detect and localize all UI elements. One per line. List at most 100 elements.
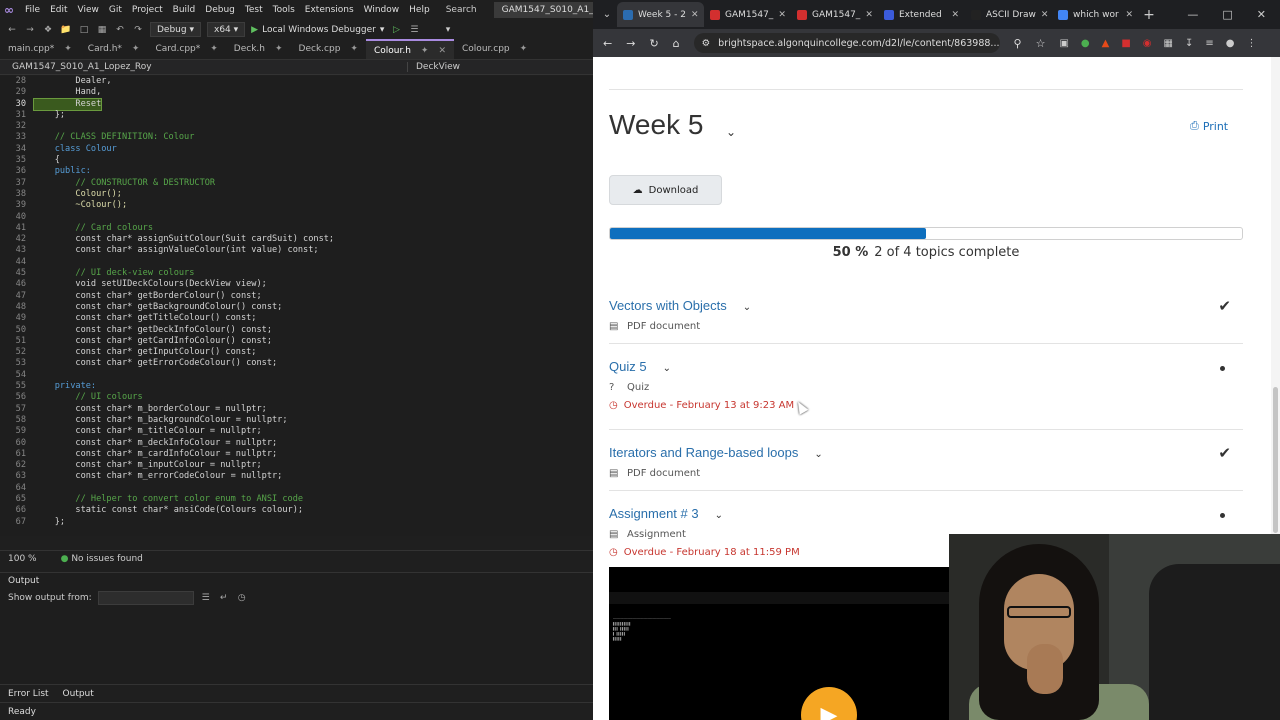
forward-icon[interactable]: → — [626, 37, 635, 50]
pin-icon[interactable]: ✦ — [421, 41, 429, 59]
code-line[interactable]: 54 — [0, 370, 593, 381]
close-tab-icon[interactable]: ✕ — [1041, 10, 1049, 20]
clock-icon[interactable]: ◷ — [236, 592, 248, 604]
close-tab-icon[interactable]: ✕ — [691, 10, 699, 20]
extension-icon[interactable]: ▲ — [1102, 38, 1110, 49]
code-line[interactable]: 41 // Card colours — [0, 223, 593, 234]
menu-tools[interactable]: Tools — [268, 0, 300, 20]
chevron-down-icon[interactable]: ⌄ — [814, 449, 822, 460]
browser-tab-extended[interactable]: Extended ✕ — [878, 2, 965, 27]
code-line[interactable]: 36 public: — [0, 166, 593, 177]
code-line[interactable]: 47 const char* getBorderColour() const; — [0, 291, 593, 302]
zoom-level[interactable]: 100 % — [8, 554, 37, 564]
redo-icon[interactable]: ↷ — [132, 24, 144, 36]
tab-colour-cpp[interactable]: Colour.cpp ✦ — [454, 39, 535, 59]
platform-dropdown[interactable]: x64 ▾ — [207, 22, 246, 37]
back-icon[interactable]: ← — [6, 24, 18, 36]
pin-icon[interactable]: ✦ — [132, 39, 140, 59]
code-line[interactable]: 56 // UI colours — [0, 392, 593, 403]
code-line[interactable]: 34 class Colour — [0, 144, 593, 155]
project-scope-dropdown[interactable]: GAM1547_S010_A1_Lopez_Roy — [12, 62, 152, 72]
address-bar[interactable]: ⚙ brightspace.algonquincollege.com/d2l/l… — [693, 33, 1000, 53]
menu-test[interactable]: Test — [240, 0, 268, 20]
tab-card-h[interactable]: Card.h* ✦ — [80, 39, 148, 59]
menu-extensions[interactable]: Extensions — [300, 0, 359, 20]
close-window-icon[interactable]: ✕ — [1257, 8, 1266, 21]
menu-file[interactable]: File — [20, 0, 45, 20]
browser-tab-pdf-1[interactable]: GAM1547_ ✕ — [704, 2, 791, 27]
scrollbar-thumb[interactable] — [1273, 387, 1278, 533]
chevron-down-icon[interactable]: ⌄ — [726, 125, 736, 139]
code-line[interactable]: 28 Dealer, — [0, 76, 593, 87]
extension-icon[interactable]: ▣ — [1059, 38, 1068, 49]
tab-search-icon[interactable]: ⌄ — [597, 5, 617, 25]
code-line[interactable]: 48 const char* getBackgroundColour() con… — [0, 302, 593, 313]
browser-tab-ascii[interactable]: ASCII Draw ✕ — [965, 2, 1052, 27]
menu-window[interactable]: Window — [359, 0, 405, 20]
config-dropdown[interactable]: Debug ▾ — [150, 22, 201, 37]
code-line[interactable]: 59 const char* m_titleColour = nullptr; — [0, 426, 593, 437]
open-file-icon[interactable]: 📁 — [60, 24, 72, 36]
new-project-icon[interactable]: ❖ — [42, 24, 54, 36]
undo-icon[interactable]: ↶ — [114, 24, 126, 36]
tab-deck-h[interactable]: Deck.h ✦ — [226, 39, 291, 59]
code-line[interactable]: 46 void setUIDeckColours(DeckView view); — [0, 279, 593, 290]
extension-icon[interactable]: ◉ — [1143, 38, 1152, 49]
pin-icon[interactable]: ✦ — [275, 39, 283, 59]
code-line[interactable]: 30 Reset — [0, 97, 593, 111]
code-line[interactable]: 51 const char* getCardInfoColour() const… — [0, 336, 593, 347]
code-line[interactable]: 58 const char* m_backgroundColour = null… — [0, 415, 593, 426]
tab-colour-h[interactable]: Colour.h ✦ ✕ — [365, 39, 455, 59]
code-line[interactable]: 43 const char* assignValueColour(int val… — [0, 245, 593, 256]
forward-icon[interactable]: → — [24, 24, 36, 36]
menu-debug[interactable]: Debug — [200, 0, 240, 20]
tab-main-cpp[interactable]: main.cpp* ✦ — [0, 39, 80, 59]
topic-link[interactable]: Assignment # 3 — [609, 506, 699, 521]
play-icon[interactable]: ▶ — [801, 687, 857, 720]
issues-indicator[interactable]: ● No issues found — [61, 554, 143, 564]
save-all-icon[interactable]: ▦ — [96, 24, 108, 36]
pin-icon[interactable]: ✦ — [210, 39, 218, 59]
code-line[interactable]: 37 // CONSTRUCTOR & DESTRUCTOR — [0, 178, 593, 189]
new-tab-icon[interactable]: + — [1139, 5, 1159, 25]
close-tab-icon[interactable]: ✕ — [951, 10, 959, 20]
code-line[interactable]: 39 ~Colour(); — [0, 200, 593, 211]
code-line[interactable]: 60 const char* m_deckInfoColour = nullpt… — [0, 438, 593, 449]
code-line[interactable]: 67 }; — [0, 517, 593, 528]
tab-deck-cpp[interactable]: Deck.cpp ✦ — [291, 39, 366, 59]
code-line[interactable]: 33 // CLASS DEFINITION: Colour — [0, 132, 593, 143]
clear-icon[interactable]: ☰ — [200, 592, 212, 604]
code-line[interactable]: 63 const char* m_errorCodeColour = nullp… — [0, 471, 593, 482]
topic-link[interactable]: Quiz 5 — [609, 359, 647, 374]
site-info-icon[interactable]: ⚙ — [702, 38, 711, 49]
chevron-down-icon[interactable]: ⌄ — [743, 302, 751, 313]
menu-help[interactable]: Help — [404, 0, 435, 20]
code-line[interactable]: 53 const char* getErrorCodeColour() cons… — [0, 358, 593, 369]
pin-icon[interactable]: ✦ — [350, 39, 358, 59]
chevron-down-icon[interactable]: ⌄ — [715, 510, 723, 521]
menu-edit[interactable]: Edit — [45, 0, 72, 20]
code-line[interactable]: 64 — [0, 483, 593, 494]
more-icon[interactable]: ⋮ — [1246, 38, 1256, 49]
menu-git[interactable]: Git — [104, 0, 127, 20]
code-line[interactable]: 57 const char* m_borderColour = nullptr; — [0, 404, 593, 415]
code-line[interactable]: 42 const char* assignSuitColour(Suit car… — [0, 234, 593, 245]
code-line[interactable]: 62 const char* m_inputColour = nullptr; — [0, 460, 593, 471]
pin-icon[interactable]: ✦ — [520, 39, 528, 59]
code-line[interactable]: 66 static const char* ansiCode(Colours c… — [0, 505, 593, 516]
download-icon[interactable]: ↧ — [1185, 38, 1193, 49]
code-line[interactable]: 44 — [0, 257, 593, 268]
code-line[interactable]: 29 Hand, — [0, 87, 593, 98]
topic-link[interactable]: Vectors with Objects — [609, 298, 727, 313]
chevron-down-icon[interactable]: ⌄ — [663, 363, 671, 374]
code-line[interactable]: 61 const char* m_cardInfoColour = nullpt… — [0, 449, 593, 460]
code-line[interactable]: 52 const char* getInputColour() const; — [0, 347, 593, 358]
menu-project[interactable]: Project — [127, 0, 168, 20]
menu-build[interactable]: Build — [168, 0, 201, 20]
puzzle-icon[interactable]: ▦ — [1164, 38, 1173, 49]
browser-tab-week5[interactable]: Week 5 - 2 ✕ — [617, 2, 704, 27]
topic-link[interactable]: Iterators and Range-based loops — [609, 445, 798, 460]
code-line[interactable]: 38 Colour(); — [0, 189, 593, 200]
browser-tab-pdf-2[interactable]: GAM1547_ ✕ — [791, 2, 878, 27]
save-icon[interactable]: □ — [78, 24, 90, 36]
